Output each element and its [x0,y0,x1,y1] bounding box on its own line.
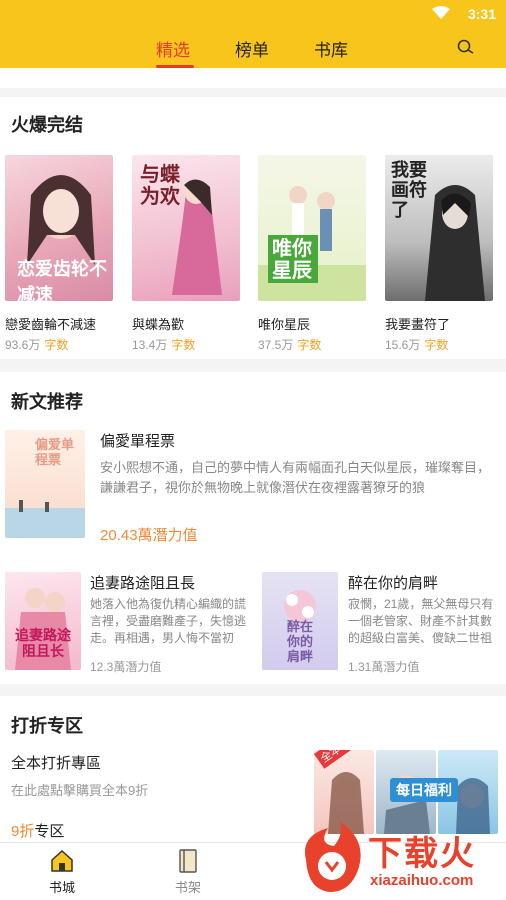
book-cover[interactable]: 追妻路途阻且长 [5,572,81,670]
bookshelf-icon[interactable] [177,849,199,873]
book-title[interactable]: 唯你星辰 [258,314,310,333]
nav-item-bookshelf[interactable]: 书架 [175,877,201,896]
watermark-logo: 下载火 xiazaihuo.com [298,820,506,900]
cover-title: 偏爱单程票 [35,438,75,468]
book-description: 安小熙想不通，自己的夢中情人有兩幅面孔白天似星辰，璀璨奪目，謙謙君子，視你於無物… [100,460,491,495]
top-strip [0,68,506,88]
book-title[interactable]: 我要畫符了 [385,314,450,333]
cover-title: 醉在你的肩畔 [286,620,313,665]
cover-title: 追妻路途阻且长 [15,628,71,660]
watermark-url: xiazaihuo.com [370,872,474,889]
section-title: 火爆完结 [11,115,83,135]
new-recommend-section: 新文推荐 偏爱单程票 偏愛單程票 安小熙想不通，自己的夢中情人有兩幅面孔白天似星… [0,372,506,684]
watermark-text: 下载火 [368,834,476,874]
book-cover[interactable]: 恋爱齿轮不减速 [5,155,113,301]
book-word-count: 37.5万 字数 [258,338,322,352]
potential-value: 20.43萬潛力值 [100,527,198,544]
nav-item-bookstore[interactable]: 书城 [49,877,75,896]
discount-heading[interactable]: 全本打折專區 [11,752,101,773]
book-cover[interactable]: 醉在你的肩畔 [262,572,338,670]
book-description: 寂憫，21歲，無父無母只有一個老管家、財產不計其數的超級白富美、傻缺二世祖 [348,597,494,645]
potential-value: 1.31萬潛力值 [348,660,420,674]
book-title[interactable]: 與蝶為歡 [132,314,184,333]
cover-title: 恋爱齿轮不减速 [17,259,107,301]
book-word-count: 93.6万 字数 [5,338,69,352]
top-nav: 精选 榜单 书库 [0,28,506,68]
book-cover[interactable]: 我要画符了 [385,155,493,301]
book-cover[interactable]: 唯你星辰 [258,155,366,301]
book-cover[interactable]: 与蝶为欢 [132,155,240,301]
section-title: 新文推荐 [11,392,83,412]
book-title[interactable]: 醉在你的肩畔 [348,572,438,593]
discount-tag[interactable]: 9折专区 [11,820,64,841]
section-title: 打折专区 [11,716,83,736]
book-title[interactable]: 追妻路途阻且長 [90,572,195,593]
hot-completed-section: 火爆完结 恋爱齿轮不减速 戀愛齒輪不減速 93.6万 字数 与蝶为欢 與蝶為歡 1… [0,97,506,359]
search-icon[interactable] [456,38,476,58]
tab-ranking[interactable]: 榜单 [235,36,269,61]
book-word-count: 15.6万 字数 [385,338,449,352]
home-icon[interactable] [50,849,74,873]
status-time: 3:31 [467,6,496,22]
book-title[interactable]: 偏愛單程票 [100,430,175,451]
wifi-icon [432,6,450,19]
cover-title: 与蝶为欢 [140,162,180,208]
book-description: 她落入他為復仇精心編織的謊言裡，受盡磨難產子，失憶逃走。再相遇，男人悔不當初 [90,597,247,645]
tab-library[interactable]: 书库 [314,36,348,61]
tab-featured[interactable]: 精选 [156,36,190,61]
book-cover[interactable]: 偏爱单程票 [5,430,85,538]
discount-subtitle: 在此處點擊購買全本9折 [11,783,149,798]
book-word-count: 13.4万 字数 [132,338,196,352]
cover-title: 我要画符了 [391,160,427,221]
status-bar: 3:31 [0,0,506,28]
book-title[interactable]: 戀愛齒輪不減速 [5,314,96,333]
potential-value: 12.3萬潛力值 [90,660,162,674]
daily-welfare-badge[interactable]: 每日福利 [390,778,458,802]
cover-title: 唯你星辰 [268,235,318,283]
